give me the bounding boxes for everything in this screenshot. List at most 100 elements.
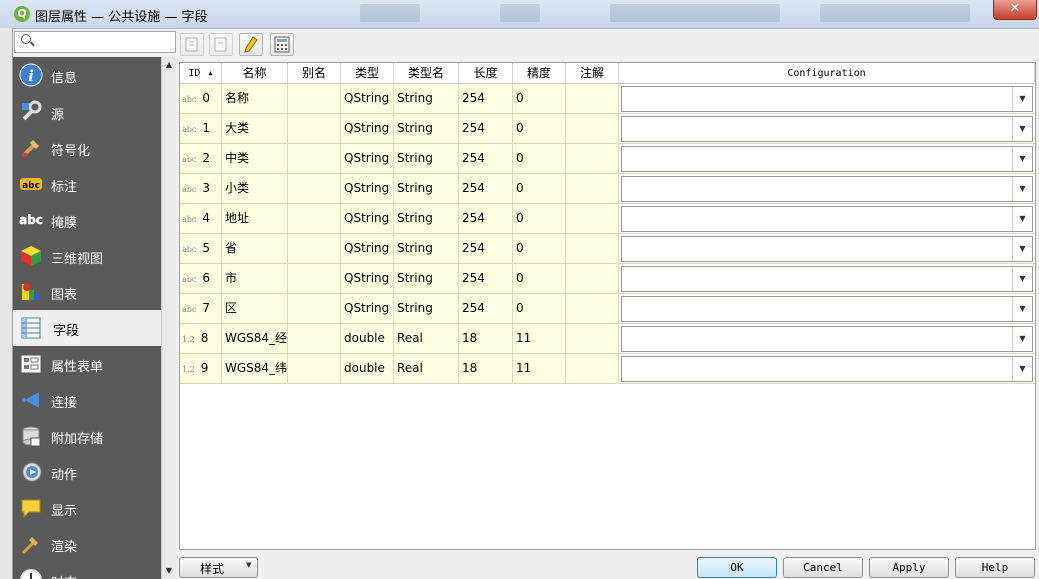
field-type-name-cell[interactable]: Real xyxy=(394,324,459,354)
toggle-editing-button[interactable] xyxy=(239,33,263,56)
field-id-cell[interactable]: 1.2 9 xyxy=(180,354,222,384)
cancel-button[interactable]: Cancel xyxy=(783,557,863,578)
field-precision-cell[interactable]: 0 xyxy=(513,114,566,144)
table-row[interactable]: 1.2 9 WGS84_纬 double Real 18 11 ▼ xyxy=(180,354,1035,384)
field-type-name-cell[interactable]: String xyxy=(394,174,459,204)
field-type-name-cell[interactable]: String xyxy=(394,204,459,234)
close-button[interactable]: ✕ xyxy=(993,0,1037,20)
sidebar-item-11[interactable]: 动作 xyxy=(13,454,161,490)
sidebar-item-8[interactable]: 属性表单 xyxy=(13,346,161,382)
chevron-down-icon[interactable]: ▼ xyxy=(1012,147,1032,171)
field-type-name-cell[interactable]: String xyxy=(394,234,459,264)
sidebar-item-13[interactable]: 渲染 xyxy=(13,526,161,562)
field-name-cell[interactable]: 地址 xyxy=(222,204,288,234)
chevron-down-icon[interactable]: ▼ xyxy=(1012,357,1032,381)
field-alias-cell[interactable] xyxy=(288,294,341,324)
field-length-cell[interactable]: 254 xyxy=(459,294,513,324)
chevron-down-icon[interactable]: ▼ xyxy=(1012,117,1032,141)
chevron-down-icon[interactable]: ▼ xyxy=(1012,177,1032,201)
configuration-dropdown[interactable]: ▼ xyxy=(621,116,1033,142)
field-calculator-button[interactable] xyxy=(270,33,294,56)
field-id-cell[interactable]: abc 6 xyxy=(180,264,222,294)
field-precision-cell[interactable]: 0 xyxy=(513,84,566,114)
field-name-cell[interactable]: 省 xyxy=(222,234,288,264)
field-id-cell[interactable]: 1.2 8 xyxy=(180,324,222,354)
field-id-cell[interactable]: abc 3 xyxy=(180,174,222,204)
sidebar-item-6[interactable]: 图表 xyxy=(13,274,161,310)
configuration-dropdown[interactable]: ▼ xyxy=(621,206,1033,232)
table-row[interactable]: abc 3 小类 QString String 254 0 ▼ xyxy=(180,174,1035,204)
field-name-cell[interactable]: 中类 xyxy=(222,144,288,174)
field-name-cell[interactable]: 大类 xyxy=(222,114,288,144)
field-length-cell[interactable]: 254 xyxy=(459,204,513,234)
field-length-cell[interactable]: 254 xyxy=(459,234,513,264)
field-alias-cell[interactable] xyxy=(288,204,341,234)
field-precision-cell[interactable]: 0 xyxy=(513,144,566,174)
field-type-name-cell[interactable]: String xyxy=(394,144,459,174)
new-field-button[interactable] xyxy=(180,33,204,56)
field-comment-cell[interactable] xyxy=(566,234,619,264)
chevron-down-icon[interactable]: ▼ xyxy=(1012,327,1032,351)
field-alias-cell[interactable] xyxy=(288,234,341,264)
sidebar-item-2[interactable]: 符号化 xyxy=(13,130,161,166)
table-row[interactable]: abc 6 市 QString String 254 0 ▼ xyxy=(180,264,1035,294)
field-type-name-cell[interactable]: Real xyxy=(394,354,459,384)
configuration-dropdown[interactable]: ▼ xyxy=(621,356,1033,382)
field-name-cell[interactable]: WGS84_纬 xyxy=(222,354,288,384)
field-alias-cell[interactable] xyxy=(288,264,341,294)
style-dropdown-button[interactable]: 样式 ▼ xyxy=(179,557,258,578)
field-type-name-cell[interactable]: String xyxy=(394,84,459,114)
sidebar-item-1[interactable]: 源 xyxy=(13,94,161,130)
field-type-cell[interactable]: QString xyxy=(341,114,394,144)
header-id[interactable]: ID ▲ xyxy=(180,63,222,84)
field-id-cell[interactable]: abc 4 xyxy=(180,204,222,234)
sidebar-item-5[interactable]: 三维视图 xyxy=(13,238,161,274)
table-row[interactable]: abc 7 区 QString String 254 0 ▼ xyxy=(180,294,1035,324)
field-length-cell[interactable]: 18 xyxy=(459,324,513,354)
header-length[interactable]: 长度 xyxy=(459,63,513,84)
field-comment-cell[interactable] xyxy=(566,294,619,324)
chevron-down-icon[interactable]: ▼ xyxy=(1012,237,1032,261)
sidebar-item-0[interactable]: i 信息 xyxy=(13,57,161,93)
field-alias-cell[interactable] xyxy=(288,174,341,204)
field-length-cell[interactable]: 254 xyxy=(459,174,513,204)
field-comment-cell[interactable] xyxy=(566,174,619,204)
configuration-dropdown[interactable]: ▼ xyxy=(621,266,1033,292)
header-alias[interactable]: 别名 xyxy=(288,63,341,84)
field-comment-cell[interactable] xyxy=(566,84,619,114)
field-type-name-cell[interactable]: String xyxy=(394,114,459,144)
chevron-down-icon[interactable]: ▼ xyxy=(1012,267,1032,291)
sidebar-item-12[interactable]: 显示 xyxy=(13,490,161,526)
field-alias-cell[interactable] xyxy=(288,144,341,174)
field-name-cell[interactable]: 名称 xyxy=(222,84,288,114)
field-alias-cell[interactable] xyxy=(288,324,341,354)
configuration-dropdown[interactable]: ▼ xyxy=(621,176,1033,202)
table-row[interactable]: abc 2 中类 QString String 254 0 ▼ xyxy=(180,144,1035,174)
field-type-name-cell[interactable]: String xyxy=(394,264,459,294)
table-row[interactable]: abc 5 省 QString String 254 0 ▼ xyxy=(180,234,1035,264)
field-length-cell[interactable]: 254 xyxy=(459,114,513,144)
table-row[interactable]: abc 4 地址 QString String 254 0 ▼ xyxy=(180,204,1035,234)
chevron-down-icon[interactable]: ▼ xyxy=(1012,297,1032,321)
field-name-cell[interactable]: 市 xyxy=(222,264,288,294)
field-type-cell[interactable]: QString xyxy=(341,204,394,234)
field-comment-cell[interactable] xyxy=(566,204,619,234)
field-comment-cell[interactable] xyxy=(566,114,619,144)
field-comment-cell[interactable] xyxy=(566,264,619,294)
configuration-dropdown[interactable]: ▼ xyxy=(621,296,1033,322)
chevron-down-icon[interactable]: ▼ xyxy=(1012,207,1032,231)
field-alias-cell[interactable] xyxy=(288,354,341,384)
field-alias-cell[interactable] xyxy=(288,84,341,114)
field-length-cell[interactable]: 254 xyxy=(459,84,513,114)
help-button[interactable]: Help xyxy=(955,557,1035,578)
header-type-name[interactable]: 类型名 xyxy=(394,63,459,84)
field-type-cell[interactable]: QString xyxy=(341,144,394,174)
header-configuration[interactable]: Configuration xyxy=(619,63,1035,84)
field-name-cell[interactable]: 区 xyxy=(222,294,288,324)
sidebar-item-4[interactable]: abc 掩膜 xyxy=(13,202,161,238)
field-length-cell[interactable]: 18 xyxy=(459,354,513,384)
delete-field-button[interactable] xyxy=(209,33,233,56)
field-precision-cell[interactable]: 0 xyxy=(513,174,566,204)
field-type-cell[interactable]: double xyxy=(341,354,394,384)
sidebar-item-3[interactable]: abc 标注 xyxy=(13,166,161,202)
